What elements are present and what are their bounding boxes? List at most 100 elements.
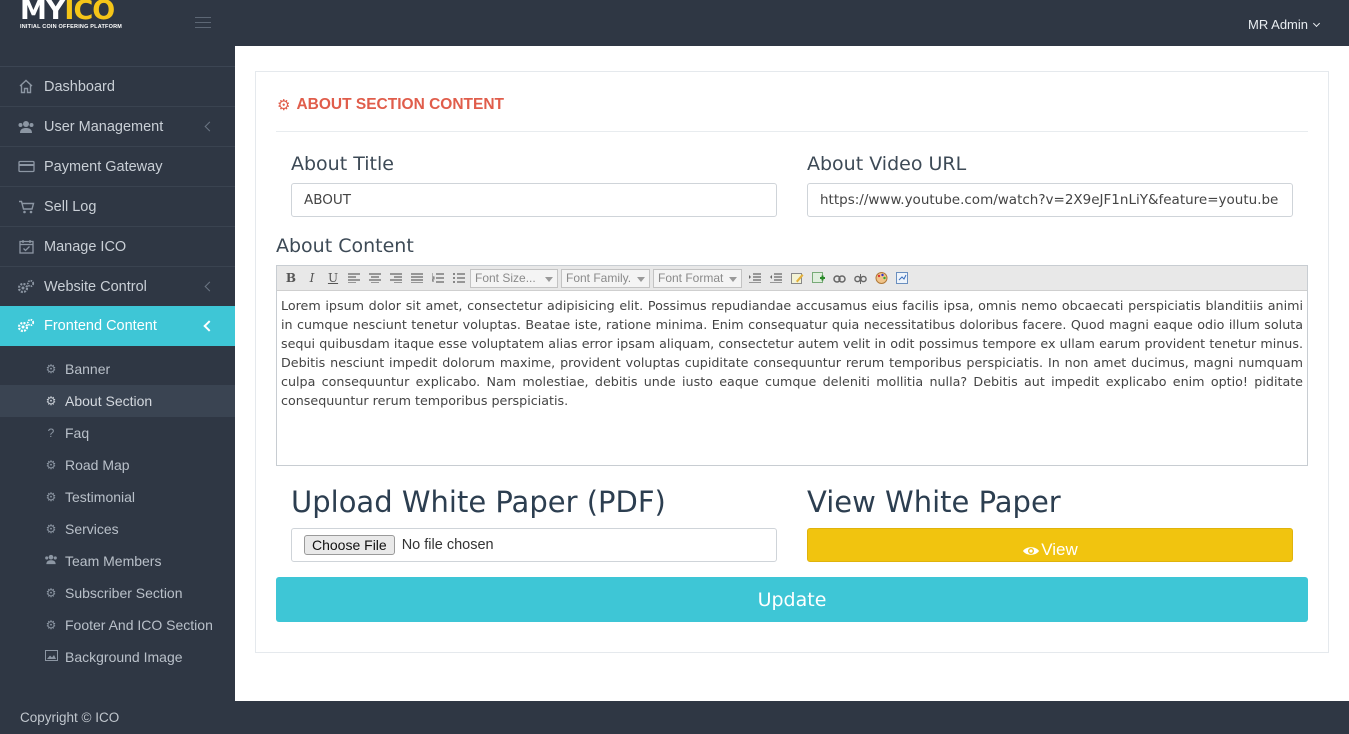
editor-toolbar: B I U Font Size... Font Family. Font For…: [277, 266, 1307, 291]
about-content-editor[interactable]: Lorem ipsum dolor sit amet, consectetur …: [277, 291, 1307, 411]
unlink-icon[interactable]: [850, 268, 870, 288]
about-title-label: About Title: [291, 153, 394, 175]
sidebar: Dashboard User Management Payment Gatewa…: [0, 46, 235, 701]
view-white-paper-button[interactable]: View: [807, 528, 1293, 562]
menu-toggle-icon[interactable]: [195, 17, 211, 29]
outdent-icon[interactable]: [766, 268, 786, 288]
sidebar-subitem-services[interactable]: ⚙ Services: [0, 513, 235, 545]
eye-icon: [1022, 545, 1040, 557]
insert-image-icon[interactable]: [808, 268, 828, 288]
sidebar-item-payment-gateway[interactable]: Payment Gateway: [0, 147, 235, 187]
about-title-input[interactable]: ABOUT: [291, 183, 777, 217]
sidebar-subitem-label: Banner: [65, 361, 111, 377]
sidebar-item-sell-log[interactable]: Sell Log: [0, 187, 235, 227]
about-content-label: About Content: [276, 235, 414, 257]
credit-card-icon: [17, 159, 35, 175]
chevron-down-icon: [1312, 19, 1321, 28]
sidebar-subitem-label: Faq: [65, 425, 90, 441]
sidebar-item-label: Frontend Content: [44, 317, 157, 334]
copyright-text: Copyright © ICO: [20, 710, 120, 725]
sidebar-subitem-label: Subscriber Section: [65, 585, 183, 601]
logo[interactable]: MYICO INITIAL COIN OFFERING PLATFORM: [20, 0, 122, 30]
sidebar-item-manage-ico[interactable]: Manage ICO: [0, 227, 235, 267]
rich-text-editor: B I U Font Size... Font Family. Font For…: [276, 265, 1308, 466]
align-center-icon[interactable]: [365, 268, 385, 288]
sidebar-subitem-label: Testimonial: [65, 489, 136, 505]
users-icon: [44, 554, 58, 568]
file-status-text: No file chosen: [401, 537, 494, 553]
update-button[interactable]: Update: [276, 577, 1308, 622]
sidebar-subitem-label: Services: [65, 521, 119, 537]
font-size-select-label: Font Size...: [475, 271, 536, 285]
edit-html-icon[interactable]: [787, 268, 807, 288]
choose-file-button[interactable]: Choose File: [304, 535, 395, 555]
sidebar-subitem-faq[interactable]: ? Faq: [0, 417, 235, 449]
gear-icon: ⚙: [45, 586, 57, 600]
font-format-select[interactable]: Font Format: [653, 268, 742, 288]
sidebar-subitem-subscriber-section[interactable]: ⚙ Subscriber Section: [0, 577, 235, 609]
align-right-icon[interactable]: [386, 268, 406, 288]
sidebar-subitem-road-map[interactable]: ⚙ Road Map: [0, 449, 235, 481]
user-name: MR Admin: [1248, 17, 1308, 32]
sidebar-item-user-management[interactable]: User Management: [0, 107, 235, 147]
sidebar-subitem-label: Road Map: [65, 457, 130, 473]
bold-icon[interactable]: B: [281, 268, 301, 288]
preview-icon[interactable]: [892, 268, 912, 288]
white-paper-file-input[interactable]: Choose File No file chosen: [291, 528, 777, 562]
logo-tagline: INITIAL COIN OFFERING PLATFORM: [20, 24, 123, 30]
top-header: MYICO INITIAL COIN OFFERING PLATFORM MR …: [0, 0, 1349, 46]
sidebar-subitem-about-section[interactable]: ⚙ About Section: [0, 385, 235, 417]
ordered-list-icon[interactable]: [428, 268, 448, 288]
font-family-select-label: Font Family.: [566, 271, 632, 285]
align-left-icon[interactable]: [344, 268, 364, 288]
align-justify-icon[interactable]: [407, 268, 427, 288]
gear-icon: ⚙: [45, 618, 57, 632]
sidebar-item-label: Manage ICO: [44, 238, 127, 255]
cart-icon: [17, 199, 35, 215]
indent-icon[interactable]: [745, 268, 765, 288]
calendar-check-icon: [17, 239, 35, 255]
underline-icon[interactable]: U: [323, 268, 343, 288]
card-title: ⚙ ABOUT SECTION CONTENT: [277, 96, 504, 114]
video-url-input[interactable]: https://www.youtube.com/watch?v=2X9eJF1n…: [807, 183, 1293, 217]
sidebar-item-label: Sell Log: [44, 198, 97, 215]
logo-text: MYICO: [20, 0, 115, 26]
gear-icon: ⚙: [45, 362, 57, 376]
sidebar-item-label: Dashboard: [44, 78, 115, 95]
view-white-paper-label: View White Paper: [807, 485, 1061, 519]
sidebar-subitem-label: Footer And ICO Section: [65, 617, 213, 633]
main-content: ⚙ ABOUT SECTION CONTENT About Title ABOU…: [235, 46, 1349, 701]
upload-white-paper-label: Upload White Paper (PDF): [291, 485, 666, 519]
sidebar-subitem-background-image[interactable]: Background Image: [0, 641, 235, 673]
cogs-icon: [17, 279, 35, 295]
sidebar-subitem-label: Team Members: [65, 553, 162, 569]
color-palette-icon[interactable]: [871, 268, 891, 288]
home-icon: [17, 79, 35, 95]
sidebar-item-frontend-content[interactable]: Frontend Content: [0, 306, 235, 346]
card-title-text: ABOUT SECTION CONTENT: [296, 96, 504, 113]
sidebar-item-website-control[interactable]: Website Control: [0, 267, 235, 307]
unordered-list-icon[interactable]: [449, 268, 469, 288]
cogs-icon: [17, 318, 35, 334]
font-size-select[interactable]: Font Size...: [470, 268, 558, 288]
chevron-left-icon: [203, 320, 215, 332]
sidebar-subitem-testimonial[interactable]: ⚙ Testimonial: [0, 481, 235, 513]
link-icon[interactable]: [829, 268, 849, 288]
font-family-select[interactable]: Font Family.: [561, 268, 650, 288]
sidebar-item-label: Payment Gateway: [44, 158, 163, 175]
user-menu[interactable]: MR Admin: [1248, 17, 1321, 32]
sidebar-subitem-footer-ico[interactable]: ⚙ Footer And ICO Section: [0, 609, 235, 641]
sidebar-item-label: User Management: [44, 118, 164, 135]
sidebar-subitem-team-members[interactable]: Team Members: [0, 545, 235, 577]
users-icon: [17, 119, 35, 135]
question-icon: ?: [47, 426, 55, 440]
italic-icon[interactable]: I: [302, 268, 322, 288]
chevron-left-icon: [204, 121, 215, 132]
sidebar-item-dashboard[interactable]: Dashboard: [0, 67, 235, 107]
divider: [276, 131, 1308, 132]
sidebar-subitem-label: Background Image: [65, 649, 183, 665]
gear-icon: ⚙: [45, 394, 57, 408]
gear-icon: ⚙: [45, 522, 57, 536]
sidebar-subitem-banner[interactable]: ⚙ Banner: [0, 353, 235, 385]
sidebar-subitem-label: About Section: [65, 393, 153, 409]
